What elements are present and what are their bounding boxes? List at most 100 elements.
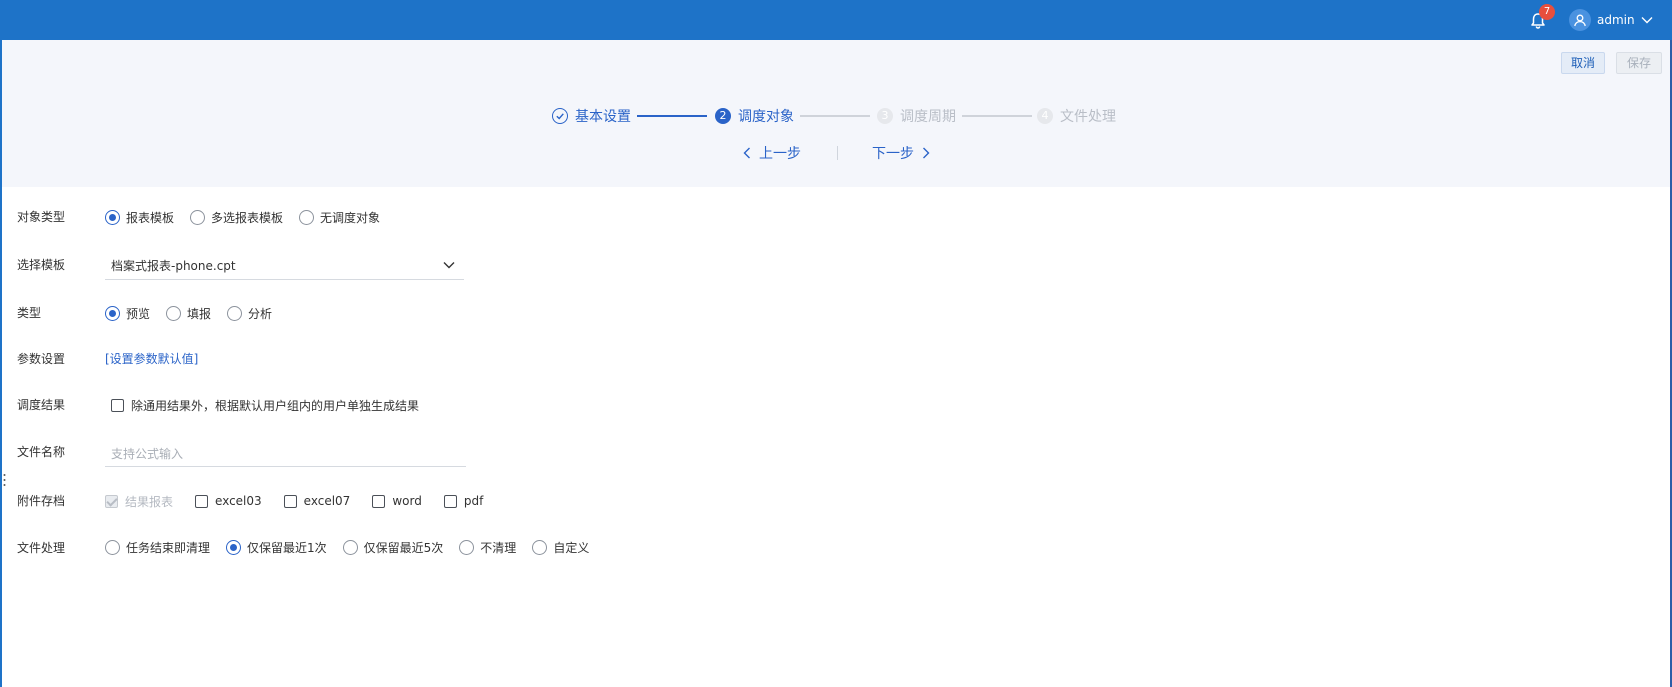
file-name-label: 文件名称 [17, 445, 66, 459]
resize-handle-icon[interactable] [3, 473, 6, 487]
attachment-pdf-checkbox[interactable]: pdf [443, 494, 484, 508]
template-select[interactable]: 档案式报表-phone.cpt [105, 252, 464, 280]
step-connector [962, 115, 1032, 117]
object-type-radio-group: 报表模板 多选报表模板 无调度对象 [105, 206, 396, 228]
attachment-word-checkbox[interactable]: word [372, 494, 422, 508]
radio-no-clean[interactable]: 不清理 [459, 539, 516, 556]
radio-circle [459, 539, 475, 555]
checkbox-label: 结果报表 [125, 494, 174, 509]
attachments-checkbox-group: 结果报表 excel03 excel07 word pdf [105, 490, 505, 512]
step-label: 基本设置 [575, 109, 631, 125]
type-label: 类型 [17, 306, 42, 320]
radio-keep-last-5[interactable]: 仅保留最近5次 [342, 539, 444, 556]
radio-circle [105, 305, 120, 321]
radio-label: 分析 [248, 306, 273, 321]
chevron-left-icon [743, 147, 751, 159]
step-schedule-period[interactable]: 3 调度周期 [877, 106, 956, 126]
checkbox-label: excel07 [303, 494, 351, 508]
prev-step-label: 上一步 [759, 146, 801, 162]
radio-label: 仅保留最近1次 [247, 540, 327, 555]
checkbox-box [372, 494, 386, 508]
checkbox-box [443, 494, 457, 508]
top-bar: 7 admin [0, 0, 1672, 40]
step-label: 调度对象 [738, 109, 794, 125]
chevron-right-icon [922, 147, 930, 159]
attachment-result-report-checkbox: 结果报表 [105, 493, 173, 510]
step-connector [637, 115, 707, 117]
nav-divider [837, 146, 838, 160]
prev-step-button[interactable]: 上一步 [743, 143, 801, 163]
user-menu[interactable]: admin [1569, 8, 1653, 32]
radio-multi-report-template[interactable]: 多选报表模板 [190, 209, 283, 226]
username-label: admin [1597, 13, 1635, 27]
checkbox-label: 除通用结果外，根据默认用户组内的用户单独生成结果 [131, 398, 420, 413]
radio-circle [227, 305, 243, 321]
checkbox-box [283, 494, 297, 508]
radio-label: 仅保留最近5次 [363, 540, 444, 555]
radio-analysis[interactable]: 分析 [227, 305, 272, 322]
step-number: 4 [1037, 108, 1053, 124]
type-radio-group: 预览 填报 分析 [105, 302, 288, 324]
radio-report-template[interactable]: 报表模板 [105, 209, 174, 226]
object-type-label: 对象类型 [17, 210, 66, 224]
step-basic-settings[interactable]: 基本设置 [552, 106, 631, 126]
step-file-handling[interactable]: 4 文件处理 [1037, 106, 1116, 126]
checkbox-label: pdf [463, 494, 484, 508]
radio-label: 不清理 [480, 540, 517, 555]
radio-custom[interactable]: 自定义 [532, 539, 589, 556]
radio-label: 自定义 [553, 540, 590, 555]
check-circle-icon [552, 108, 568, 124]
result-checkbox-group: 除通用结果外，根据默认用户组内的用户单独生成结果 [111, 394, 441, 416]
next-step-button[interactable]: 下一步 [872, 143, 930, 163]
per-user-result-checkbox[interactable]: 除通用结果外，根据默认用户组内的用户单独生成结果 [111, 397, 419, 414]
radio-circle [105, 539, 120, 555]
wizard-header [2, 40, 1670, 187]
radio-clean-on-finish[interactable]: 任务结束即清理 [105, 539, 210, 556]
radio-circle [532, 539, 548, 555]
checkbox-box [105, 494, 118, 508]
radio-label: 预览 [126, 306, 151, 321]
result-label: 调度结果 [17, 398, 66, 412]
radio-fill[interactable]: 填报 [166, 305, 211, 322]
radio-circle [299, 209, 315, 225]
radio-label: 无调度对象 [320, 210, 381, 225]
checkbox-box [111, 398, 124, 412]
radio-keep-last-1[interactable]: 仅保留最近1次 [226, 539, 327, 556]
file-name-input[interactable] [105, 441, 466, 467]
radio-label: 报表模板 [126, 210, 175, 225]
chevron-down-icon [442, 258, 456, 275]
checkbox-label: excel03 [215, 494, 262, 508]
attachment-excel07-checkbox[interactable]: excel07 [283, 494, 351, 508]
step-connector [800, 115, 870, 117]
step-schedule-object[interactable]: 2 调度对象 [715, 106, 794, 126]
save-button[interactable]: 保存 [1616, 52, 1662, 74]
file-handling-label: 文件处理 [17, 541, 66, 555]
step-number: 2 [715, 108, 731, 124]
radio-circle [105, 209, 120, 225]
file-handling-radio-group: 任务结束即清理 仅保留最近1次 仅保留最近5次 不清理 自定义 [105, 536, 605, 558]
notification-count-badge: 7 [1539, 4, 1555, 20]
radio-circle [190, 209, 206, 225]
radio-circle [166, 305, 182, 321]
radio-circle [226, 539, 242, 555]
set-default-params-link[interactable]: [设置参数默认值] [105, 349, 198, 369]
step-label: 文件处理 [1060, 109, 1116, 125]
template-label: 选择模板 [17, 258, 66, 272]
step-label: 调度周期 [900, 109, 956, 125]
attachment-excel03-checkbox[interactable]: excel03 [195, 494, 262, 508]
radio-preview[interactable]: 预览 [105, 305, 150, 322]
cancel-button[interactable]: 取消 [1561, 52, 1605, 74]
radio-no-schedule-object[interactable]: 无调度对象 [299, 209, 380, 226]
template-select-value: 档案式报表-phone.cpt [111, 259, 236, 273]
attachments-label: 附件存档 [17, 494, 66, 508]
radio-label: 多选报表模板 [211, 210, 284, 225]
radio-label: 任务结束即清理 [126, 540, 211, 555]
step-number: 3 [877, 108, 893, 124]
checkbox-box [195, 494, 209, 508]
radio-circle [342, 539, 358, 555]
next-step-label: 下一步 [872, 146, 914, 162]
user-avatar-icon [1569, 9, 1591, 31]
params-label: 参数设置 [17, 352, 66, 366]
radio-label: 填报 [187, 306, 212, 321]
checkbox-label: word [392, 494, 422, 508]
